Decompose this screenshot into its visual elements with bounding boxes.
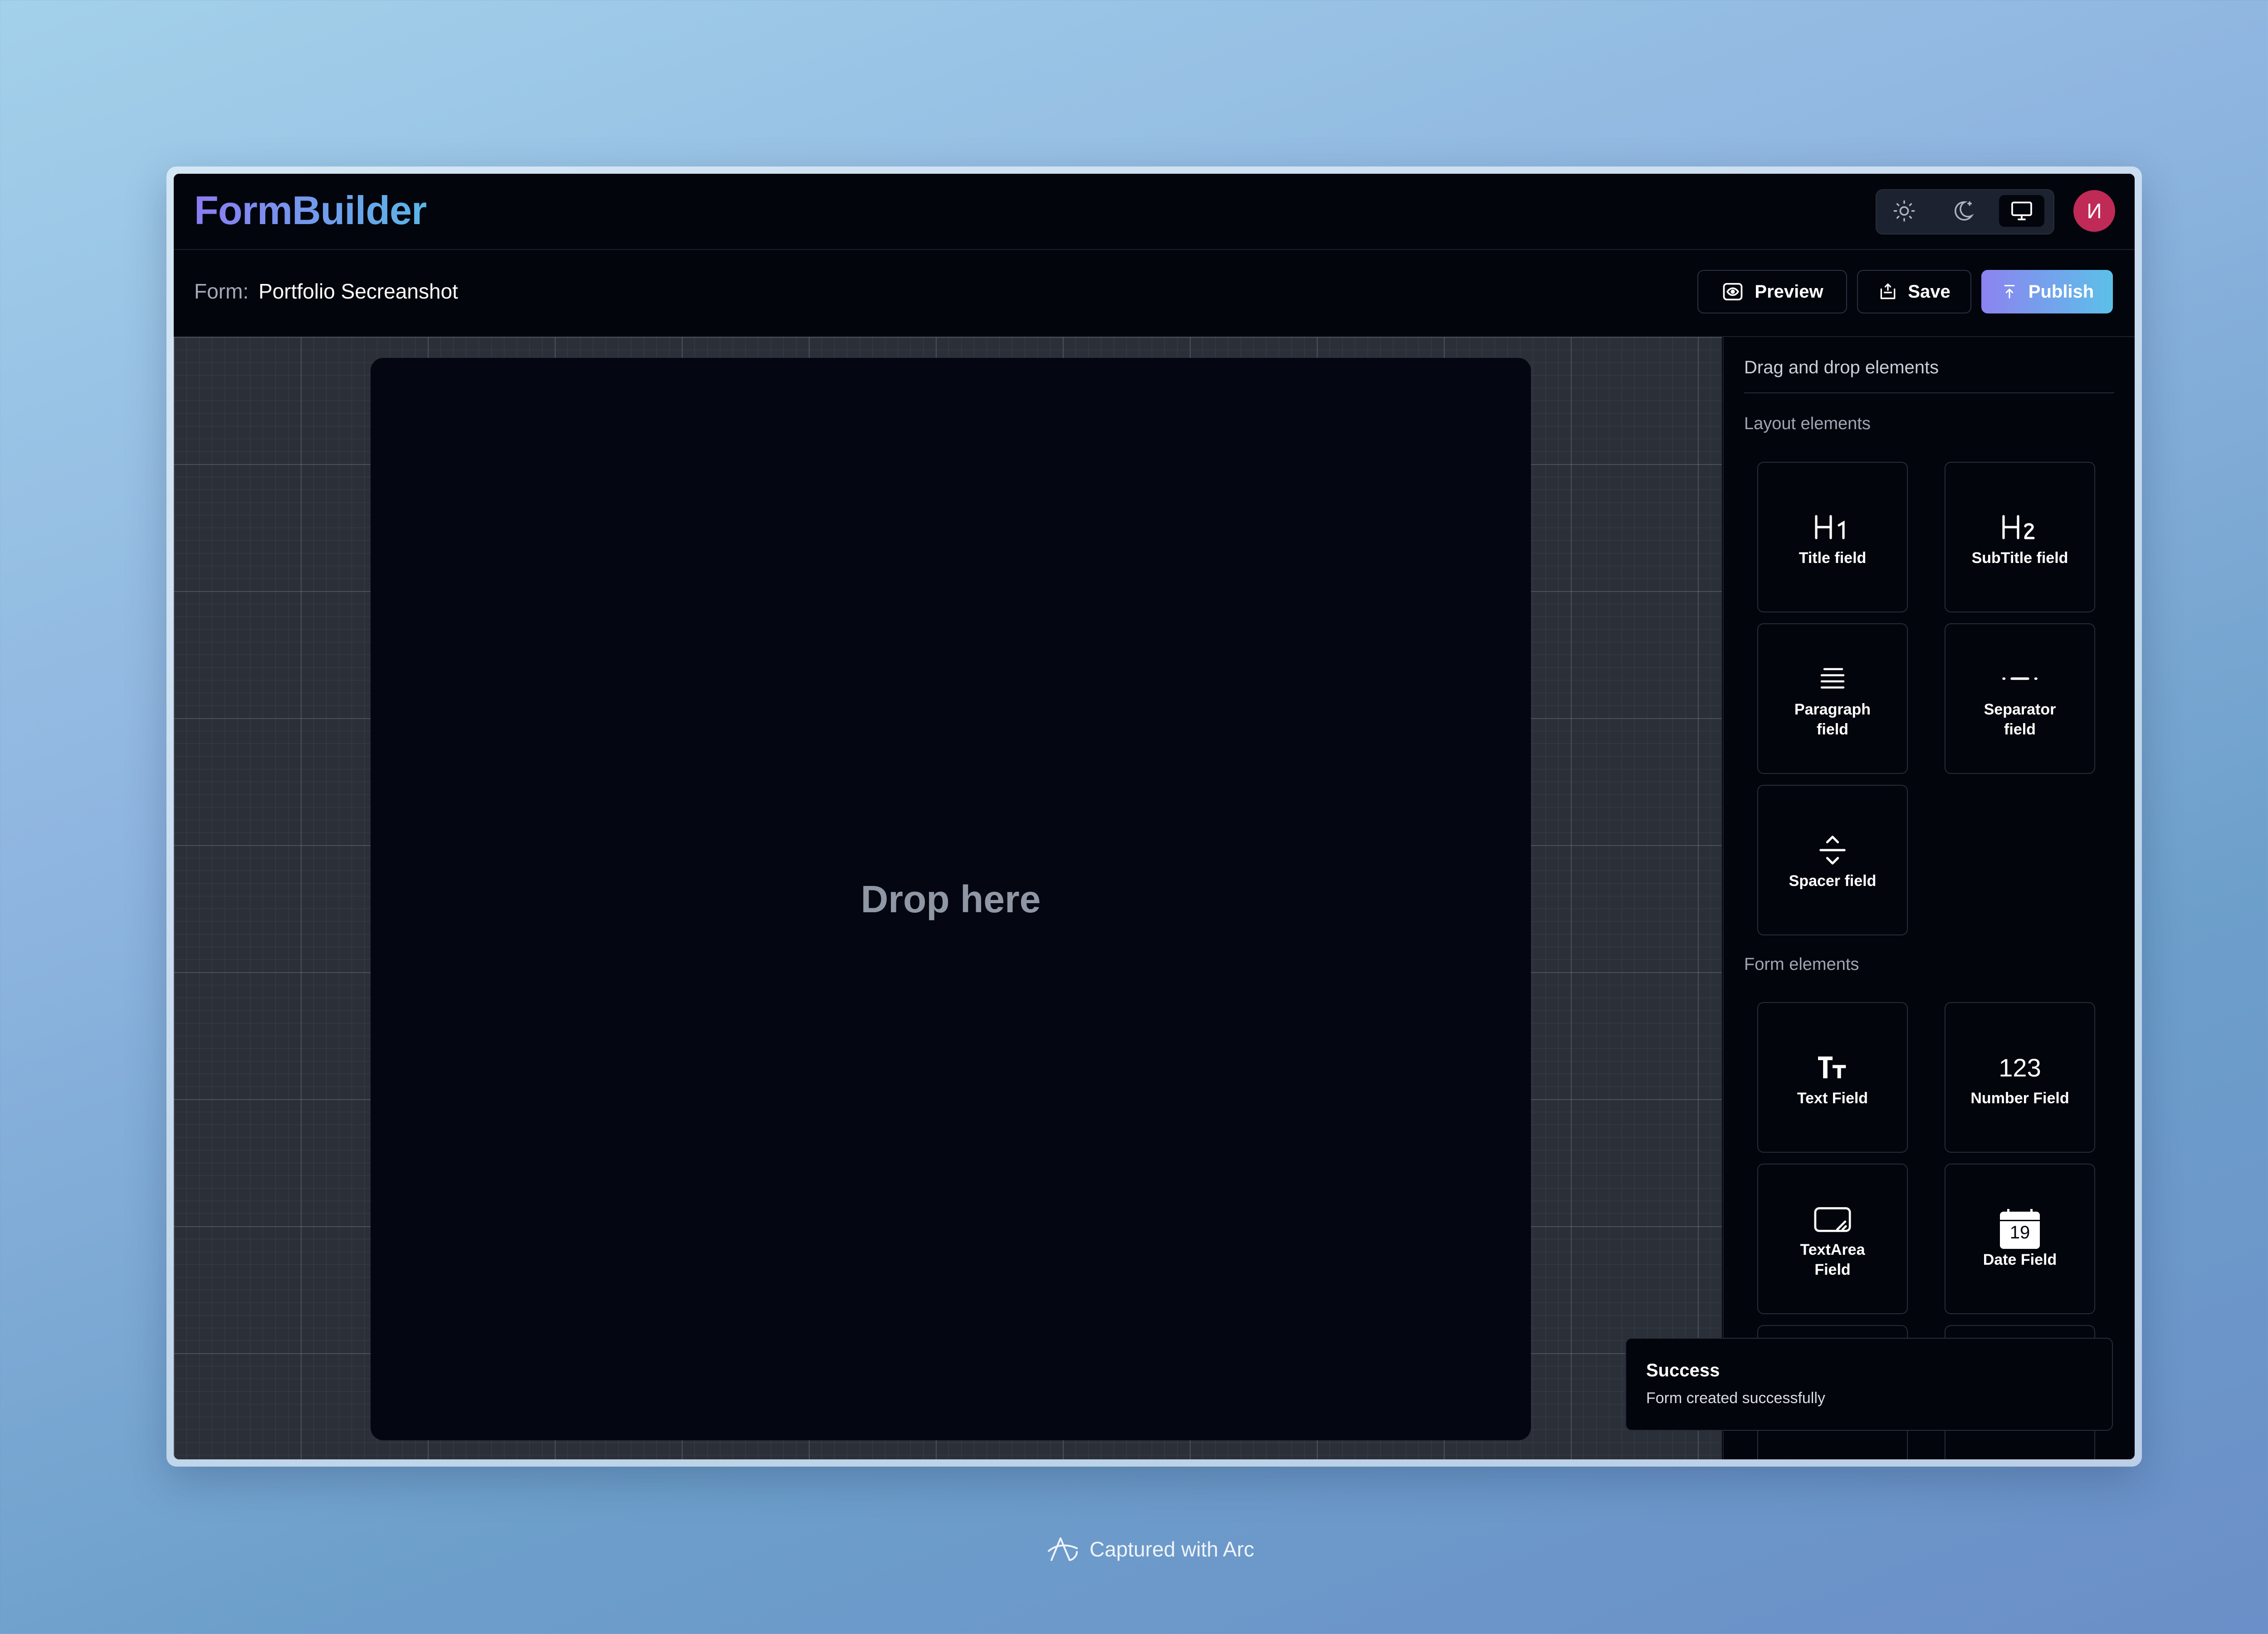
textarea-field-card[interactable]: TextArea Field <box>1757 1164 1908 1314</box>
publish-button[interactable]: Publish <box>1981 270 2113 313</box>
title-field-label: Title field <box>1799 549 1867 567</box>
form-label: Form: <box>194 279 249 303</box>
designer-canvas: Drop here <box>174 337 1722 1459</box>
preview-button[interactable]: Preview <box>1697 270 1847 313</box>
app-window: FormBuilder И Form: Portfolio Secreansho… <box>174 174 2135 1459</box>
text-icon <box>1815 1047 1850 1088</box>
textarea-icon <box>1813 1198 1853 1240</box>
paragraph-field-label: Paragraph field <box>1794 701 1871 738</box>
form-toolbar: Form: Portfolio Secreanshot Preview Save <box>174 250 2135 337</box>
separator-icon <box>2001 658 2039 700</box>
h1-icon <box>1813 506 1852 548</box>
toast-description: Form created successfully <box>1646 1389 1825 1407</box>
publish-label: Publish <box>2028 281 2094 302</box>
sun-icon <box>1893 200 1915 222</box>
monitor-icon <box>2011 201 2032 220</box>
number-field-card[interactable]: 123 Number Field <box>1945 1002 2095 1153</box>
subtitle-field-card[interactable]: SubTitle field <box>1945 462 2095 612</box>
success-toast[interactable]: Success Form created successfully <box>1625 1338 2113 1431</box>
upload-icon <box>2004 285 2015 298</box>
save-icon <box>1880 283 1896 299</box>
elements-sidebar: Drag and drop elements Layout elements T… <box>1723 337 2135 1459</box>
spacer-field-label: Spacer field <box>1789 872 1877 890</box>
theme-toggle <box>1876 189 2054 235</box>
separator-field-card[interactable]: Separator field <box>1945 623 2095 774</box>
drop-zone[interactable]: Drop here <box>371 358 1531 1440</box>
paragraph-icon <box>1816 658 1849 700</box>
arc-logo-icon <box>1048 1537 1078 1561</box>
layout-elements-heading: Layout elements <box>1744 414 1871 433</box>
date-field-label: Date Field <box>1983 1251 2057 1268</box>
theme-dark-button[interactable] <box>1940 195 1985 227</box>
h2-icon <box>2001 506 2039 548</box>
text-field-card[interactable]: Text Field <box>1757 1002 1908 1153</box>
text-field-label: Text Field <box>1797 1090 1868 1107</box>
textarea-field-label: TextArea Field <box>1800 1241 1865 1278</box>
sidebar-title: Drag and drop elements <box>1744 357 2114 393</box>
form-elements-heading: Form elements <box>1744 955 1859 974</box>
paragraph-field-card[interactable]: Paragraph field <box>1757 623 1908 774</box>
save-button[interactable]: Save <box>1857 270 1971 313</box>
form-name: Portfolio Secreanshot <box>259 279 458 303</box>
moon-icon <box>1955 201 1974 221</box>
eye-icon <box>1723 283 1743 301</box>
theme-light-button[interactable] <box>1882 195 1927 227</box>
calendar-icon: 19 <box>2000 1208 2040 1250</box>
number-field-label: Number Field <box>1970 1090 2069 1107</box>
spacer-field-card[interactable]: Spacer field <box>1757 785 1908 935</box>
spacer-icon <box>1816 829 1849 871</box>
subtitle-field-label: SubTitle field <box>1971 549 2068 567</box>
toast-title: Success <box>1646 1360 1720 1380</box>
separator-field-label: Separator field <box>1984 701 2056 738</box>
user-avatar[interactable]: И <box>2073 190 2115 232</box>
preview-label: Preview <box>1755 281 1823 302</box>
top-bar: FormBuilder И <box>174 174 2135 250</box>
captured-with-arc: Captured with Arc <box>1046 1533 1254 1565</box>
theme-system-button[interactable] <box>1999 195 2044 227</box>
number-icon: 123 <box>1999 1053 2041 1082</box>
app-logo[interactable]: FormBuilder <box>194 187 427 234</box>
save-label: Save <box>1908 281 1950 302</box>
captured-text: Captured with Arc <box>1090 1537 1255 1561</box>
browser-window: FormBuilder И Form: Portfolio Secreansho… <box>166 166 2142 1467</box>
title-field-card[interactable]: Title field <box>1757 462 1908 612</box>
drop-here-text: Drop here <box>860 877 1041 920</box>
date-field-card[interactable]: 19 Date Field <box>1945 1164 2095 1314</box>
